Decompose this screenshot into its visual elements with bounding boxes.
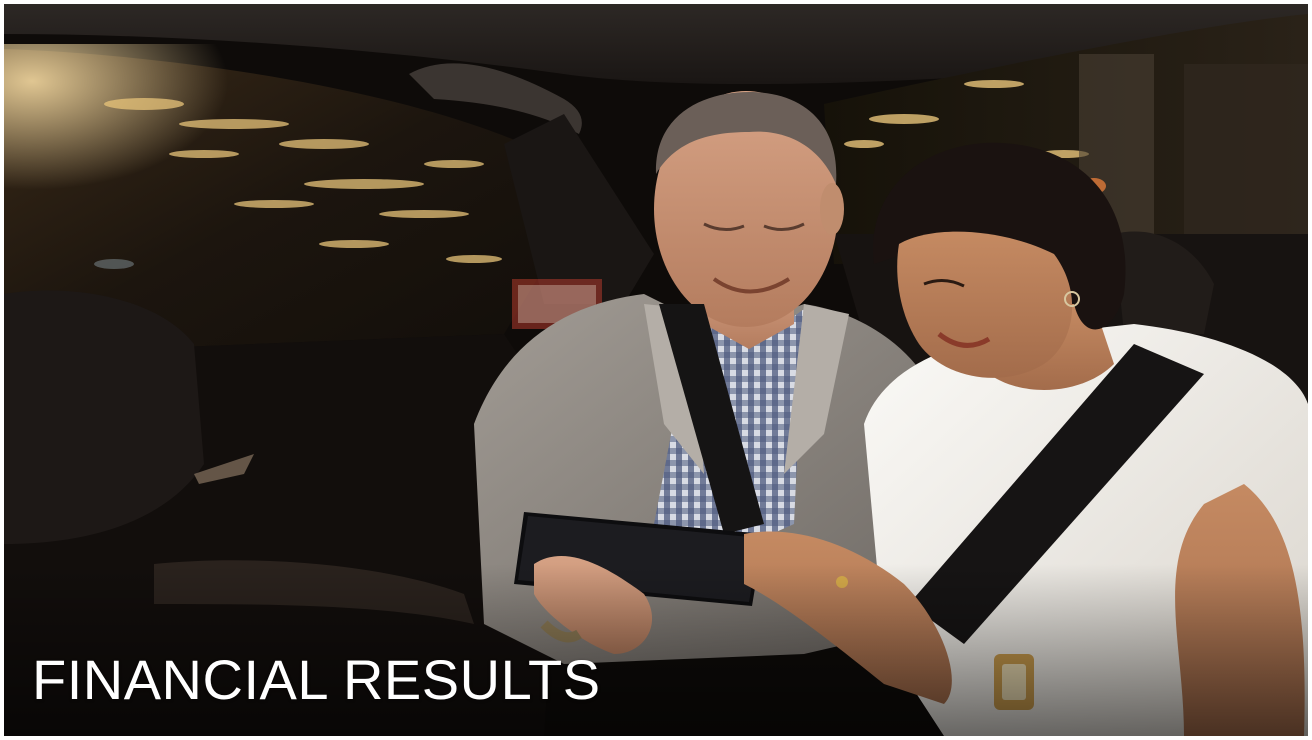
title-slide: FINANCIAL RESULTS (4, 4, 1308, 736)
background-photo (4, 4, 1308, 736)
slide-title: FINANCIAL RESULTS (32, 648, 601, 711)
